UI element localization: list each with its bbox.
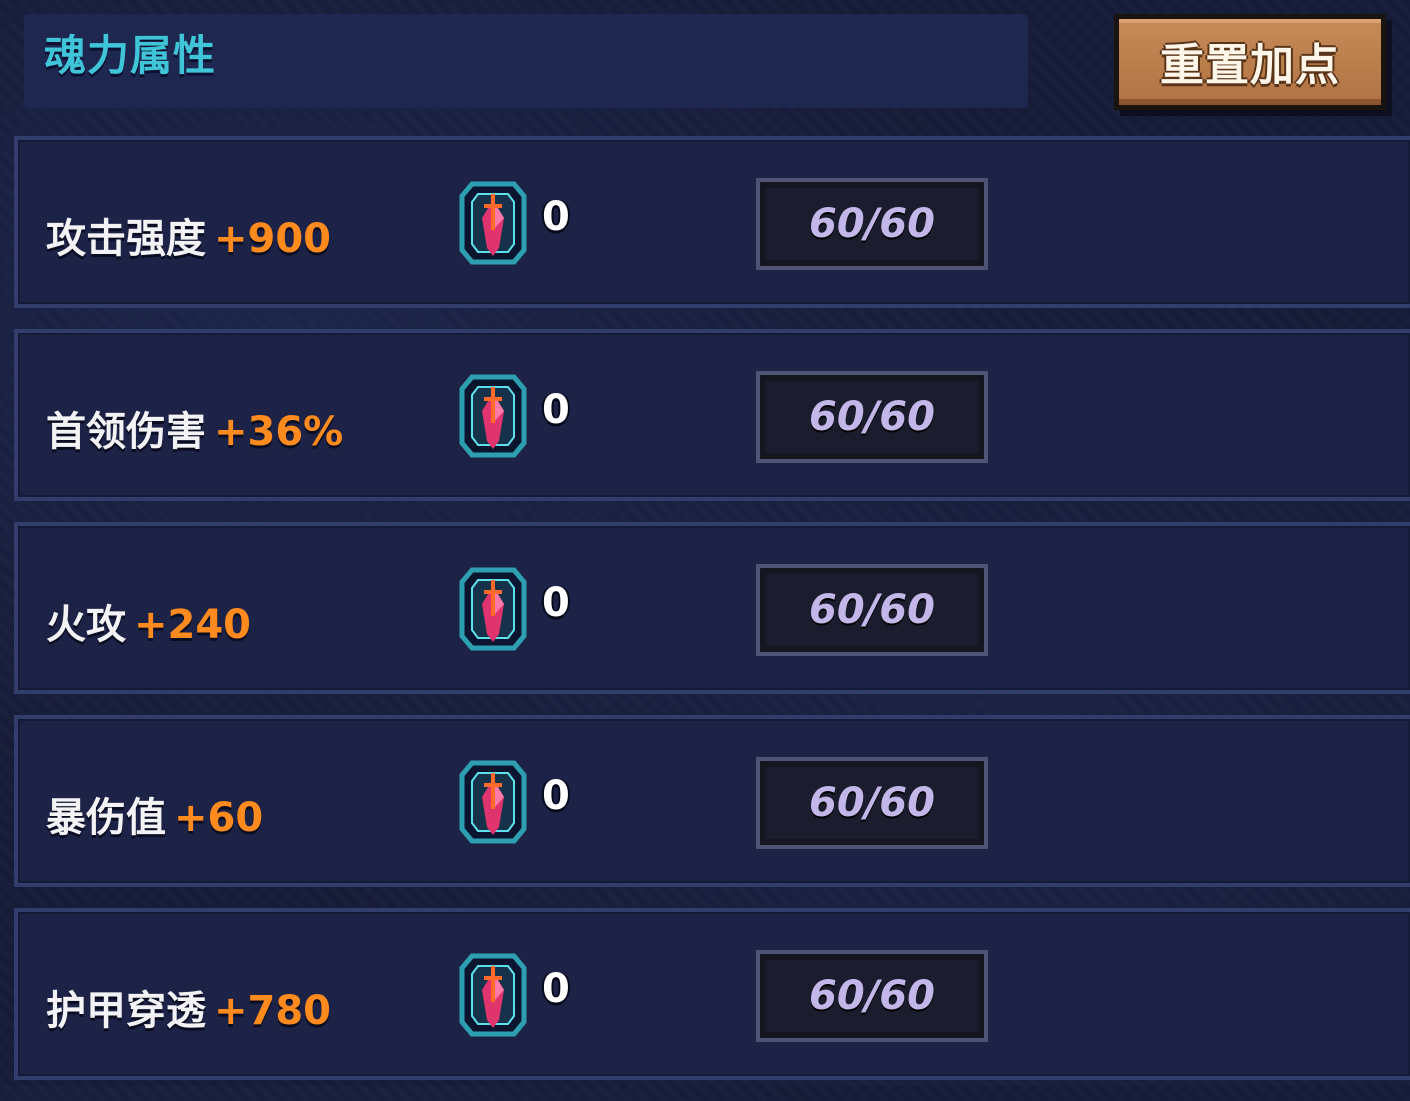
- stat-label: 护甲穿透 +780: [46, 978, 331, 1036]
- stat-row-armor-penetration: 护甲穿透 +780 0 60/60: [14, 908, 1410, 1080]
- level-text: 60/60: [809, 780, 935, 826]
- stat-label: 攻击强度 +900: [46, 206, 331, 264]
- stat-name: 攻击强度: [46, 216, 206, 262]
- stat-bonus: +900: [214, 216, 332, 262]
- soul-crystal-icon: [459, 181, 527, 265]
- stat-bonus: +60: [174, 795, 264, 841]
- stat-bonus: +780: [214, 988, 332, 1034]
- soul-crystal-icon: [459, 374, 527, 458]
- level-text: 60/60: [809, 394, 935, 440]
- page-title: 魂力属性: [44, 31, 217, 80]
- level-box: 60/60: [756, 757, 988, 849]
- gem-count: 0: [542, 773, 570, 819]
- stat-row-fire-attack: 火攻 +240 0 60/60: [14, 522, 1410, 694]
- gem-count: 0: [542, 580, 570, 626]
- level-box: 60/60: [756, 178, 988, 270]
- gem-count: 0: [542, 966, 570, 1012]
- stat-bonus: +240: [134, 602, 252, 648]
- stat-name: 暴伤值: [46, 795, 166, 841]
- gem-count: 0: [542, 387, 570, 433]
- stat-list: 攻击强度 +900 0 60/60 首领伤害 +36% 0 60/60 火攻 +…: [14, 136, 1410, 1101]
- soul-crystal-icon: [459, 953, 527, 1037]
- gem-count: 0: [542, 194, 570, 240]
- stat-label: 暴伤值 +60: [46, 785, 263, 843]
- stat-name: 火攻: [46, 602, 126, 648]
- stat-row-boss-damage: 首领伤害 +36% 0 60/60: [14, 329, 1410, 501]
- level-box: 60/60: [756, 564, 988, 656]
- level-box: 60/60: [756, 950, 988, 1042]
- soul-crystal-icon: [459, 567, 527, 651]
- reset-points-button[interactable]: 重置加点: [1114, 14, 1386, 110]
- stat-bonus: +36%: [214, 409, 344, 455]
- level-text: 60/60: [809, 973, 935, 1019]
- reset-points-button-label: 重置加点: [1160, 40, 1340, 91]
- stat-row-crit-damage: 暴伤值 +60 0 60/60: [14, 715, 1410, 887]
- soul-crystal-icon: [459, 760, 527, 844]
- reset-points-button-face[interactable]: 重置加点: [1119, 19, 1381, 105]
- stat-label: 首领伤害 +36%: [46, 399, 343, 457]
- level-text: 60/60: [809, 587, 935, 633]
- stat-row-attack-power: 攻击强度 +900 0 60/60: [14, 136, 1410, 308]
- stat-name: 护甲穿透: [46, 988, 206, 1034]
- stat-label: 火攻 +240: [46, 592, 251, 650]
- stat-name: 首领伤害: [46, 409, 206, 455]
- level-box: 60/60: [756, 371, 988, 463]
- level-text: 60/60: [809, 201, 935, 247]
